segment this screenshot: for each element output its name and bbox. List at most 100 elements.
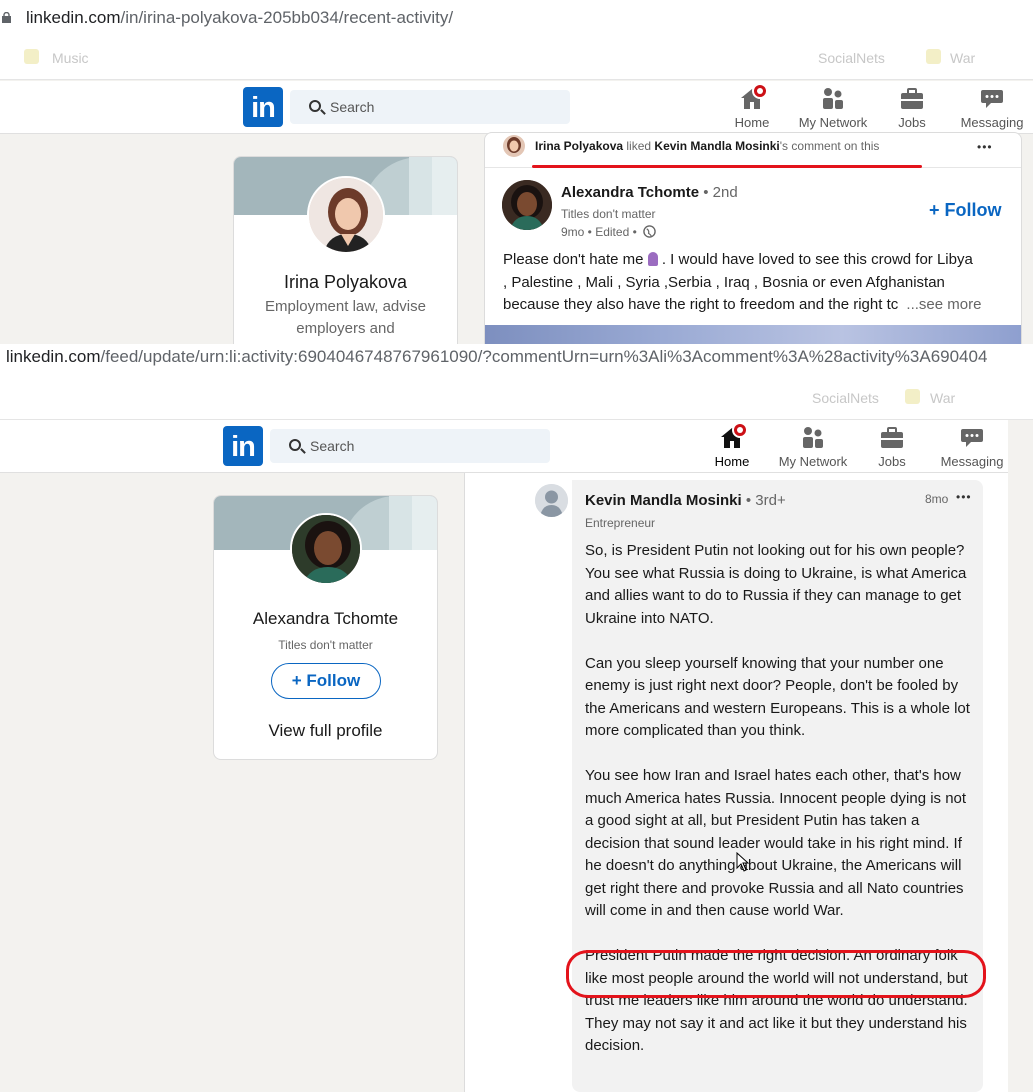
briefcase-icon [901, 88, 923, 109]
red-oval-annotation [566, 950, 986, 998]
post-author-headline: Titles don't matter [561, 207, 656, 221]
profile-follow-label: Follow [306, 671, 361, 690]
chat-icon [981, 90, 1003, 108]
mouse-cursor-icon [736, 852, 750, 872]
linkedin-logo[interactable]: in [223, 426, 263, 466]
bookmarks-bar: SocialNets War [0, 376, 1033, 420]
nav-messaging[interactable]: Messaging [938, 426, 1006, 469]
nav-home[interactable]: Home [690, 422, 774, 477]
post-body: Please don't hate me . I would have love… [503, 249, 1021, 317]
activity-post: Irina Polyakova liked Kevin Mandla Mosin… [484, 132, 1022, 344]
praying-hands-icon [647, 252, 658, 266]
profile-card: Alexandra Tchomte Titles don't matter + … [213, 495, 438, 760]
bookmark-socialnets[interactable]: SocialNets [812, 390, 879, 406]
address-bar[interactable]: linkedin.com/in/irina-polyakova-205bb034… [0, 0, 1033, 36]
profile-avatar[interactable] [290, 513, 362, 585]
profile-follow-button[interactable]: + Follow [271, 663, 381, 699]
nav-messaging-label: Messaging [960, 115, 1024, 130]
briefcase-icon [881, 427, 903, 448]
nav-my-network-label: My Network [798, 115, 868, 130]
nav-messaging-label: Messaging [940, 454, 1004, 469]
profile-headline-cont: employers and [296, 320, 395, 337]
commenter-avatar[interactable] [535, 484, 568, 517]
bookmarks-bar: Music SocialNets War [0, 36, 1033, 80]
commenter-degree: • 3rd+ [741, 492, 786, 509]
more-options-icon[interactable]: ••• [977, 140, 993, 154]
globe-icon [643, 225, 656, 238]
top-screenshot: linkedin.com/in/irina-polyakova-205bb034… [0, 0, 1033, 344]
nav-jobs-label: Jobs [878, 454, 906, 469]
post-follow-label: Follow [944, 200, 1002, 220]
comment-bubble: Kevin Mandla Mosinki • 3rd+ Entrepreneur… [572, 480, 983, 1092]
profile-headline: Employment law, advise [265, 298, 426, 315]
bookmark-socialnets[interactable]: SocialNets [818, 50, 885, 66]
bookmark-war[interactable]: War [930, 390, 955, 406]
commenter-header: Kevin Mandla Mosinki • 3rd+ [585, 492, 786, 509]
search-input[interactable]: Search [270, 429, 550, 463]
notification-badge [752, 83, 768, 99]
red-underline-annotation [532, 165, 922, 168]
nav-jobs[interactable]: Jobs [894, 87, 930, 130]
commenter-name[interactable]: Kevin Mandla Mosinki [585, 492, 742, 509]
activity-verb: liked [623, 139, 655, 153]
folder-icon [905, 389, 920, 404]
nav-my-network[interactable]: My Network [775, 426, 851, 469]
people-icon [803, 427, 823, 448]
url-text[interactable]: linkedin.com/feed/update/urn:li:activity… [6, 347, 987, 367]
post-meta: 9mo • Edited • [561, 225, 656, 239]
profile-card: Irina Polyakova Employment law, advise e… [233, 156, 458, 344]
search-placeholder: Search [310, 438, 355, 454]
post-text-line: Please don't hate me [503, 251, 644, 268]
linkedin-navbar: in Search Home My Network Jobs Messaging [0, 81, 1033, 134]
post-author-avatar[interactable] [502, 180, 552, 230]
post-author-name[interactable]: Alexandra Tchomte [561, 184, 699, 201]
profile-name[interactable]: Alexandra Tchomte [214, 609, 437, 629]
comment-body: So, is President Putin not looking out f… [585, 540, 971, 1080]
nav-messaging[interactable]: Messaging [958, 87, 1026, 130]
address-bar[interactable]: linkedin.com/feed/update/urn:li:activity… [0, 344, 1033, 376]
nav-my-network[interactable]: My Network [795, 87, 871, 130]
target-link[interactable]: Kevin Mandla Mosinki [654, 139, 779, 153]
bookmark-music[interactable]: Music [52, 50, 89, 66]
activity-suffix: 's comment on this [779, 139, 880, 153]
people-icon [823, 88, 843, 109]
actor-avatar[interactable] [503, 135, 525, 157]
post-image[interactable] [485, 325, 1021, 344]
commenter-headline: Entrepreneur [585, 516, 656, 530]
post-meta-text: 9mo • Edited • [561, 225, 637, 239]
more-options-icon[interactable]: ••• [956, 490, 972, 504]
nav-home[interactable]: Home [732, 83, 772, 130]
post-author-degree: • 2nd [699, 184, 738, 201]
nav-home-label: Home [734, 115, 770, 130]
search-input[interactable]: Search [290, 90, 570, 124]
profile-avatar[interactable] [307, 176, 385, 254]
view-full-profile-link[interactable]: View full profile [214, 721, 437, 741]
plus-icon: + [929, 200, 945, 220]
linkedin-logo[interactable]: in [243, 87, 283, 127]
plus-icon: + [291, 671, 307, 690]
person-placeholder-icon [535, 484, 568, 517]
lock-icon [2, 12, 11, 23]
url-text[interactable]: linkedin.com/in/irina-polyakova-205bb034… [26, 8, 453, 28]
linkedin-navbar: in Search Home My Network Jobs Messaging [0, 420, 1008, 477]
search-placeholder: Search [330, 99, 375, 115]
folder-icon [24, 49, 39, 64]
comment-paragraph: So, is President Putin not looking out f… [585, 542, 967, 627]
comment-paragraph: Can you sleep yourself knowing that your… [585, 654, 970, 740]
comment-timestamp: 8mo [925, 492, 949, 506]
post-text-line: because they also have the right to free… [503, 296, 899, 313]
post-follow-button[interactable]: + Follow [929, 200, 1002, 221]
actor-link[interactable]: Irina Polyakova [535, 139, 623, 153]
folder-icon [926, 49, 941, 64]
activity-header: Irina Polyakova liked Kevin Mandla Mosin… [535, 139, 879, 153]
post-text-line: . I would have loved to see this crowd f… [661, 251, 973, 268]
post-author: Alexandra Tchomte • 2nd [561, 184, 738, 201]
bookmark-war[interactable]: War [950, 50, 975, 66]
search-icon [309, 100, 321, 112]
see-more-link[interactable]: ...see more [906, 296, 981, 313]
comment-paragraph: You see how Iran and Israel hates each o… [585, 767, 967, 919]
profile-name[interactable]: Irina Polyakova [234, 272, 457, 293]
profile-headline: Titles don't matter [278, 638, 373, 652]
nav-jobs[interactable]: Jobs [874, 426, 910, 469]
search-icon [289, 439, 301, 451]
